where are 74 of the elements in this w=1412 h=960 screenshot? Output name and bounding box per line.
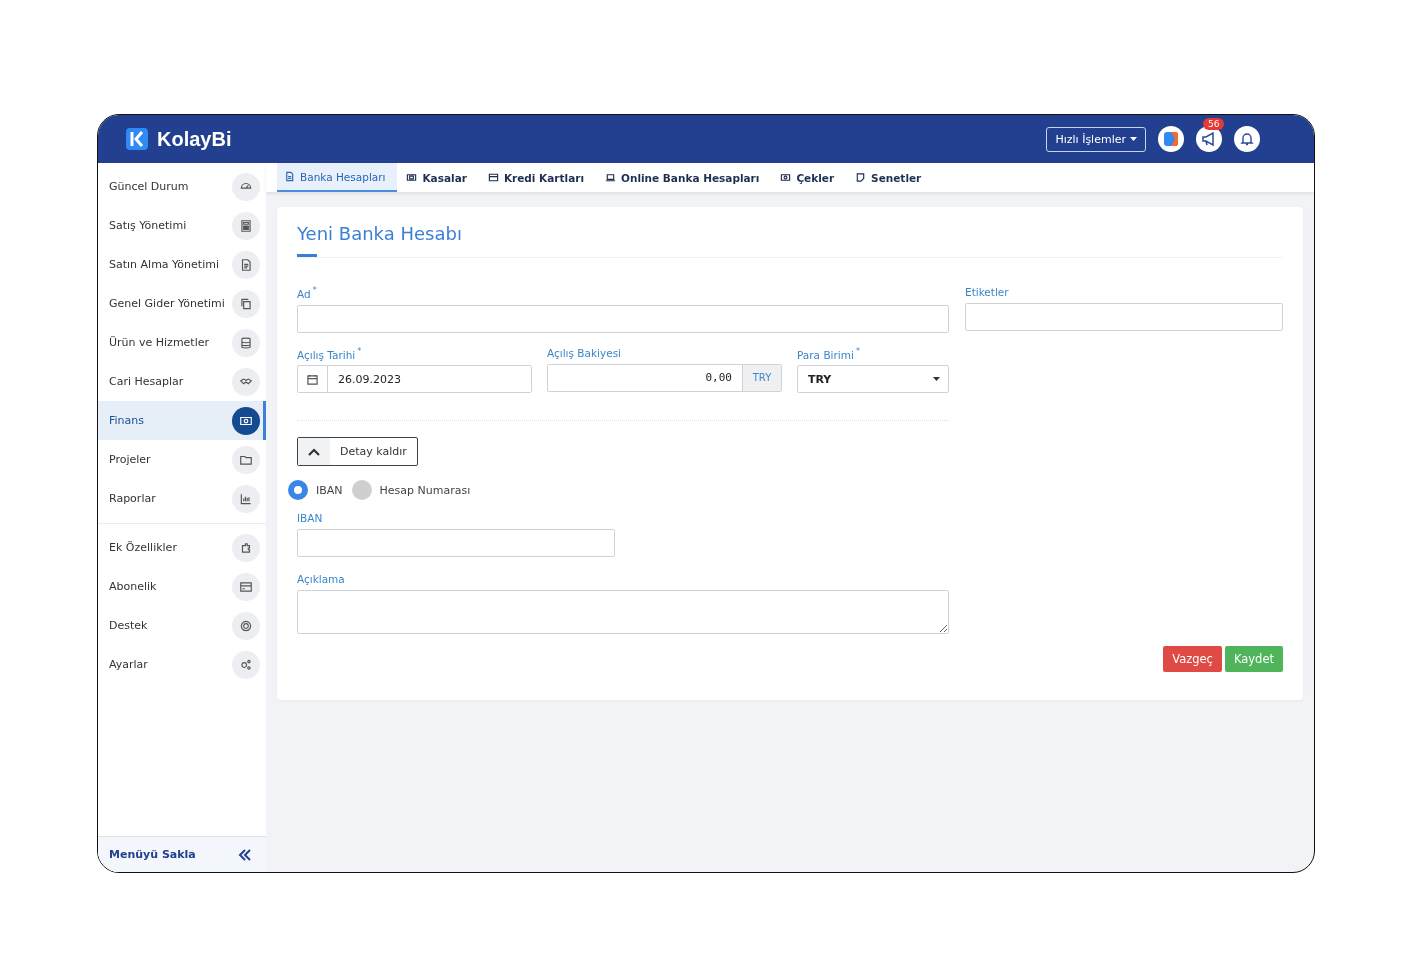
- lifebuoy-icon: [239, 618, 253, 633]
- sidebar-item[interactable]: Finans: [98, 401, 266, 440]
- logo-text: KolayBi: [157, 127, 232, 151]
- document-icon: [239, 257, 253, 272]
- field-label: Ad: [297, 287, 311, 300]
- form-title: Yeni Banka Hesabı: [297, 223, 462, 244]
- tab[interactable]: Online Banka Hesapları: [598, 163, 772, 192]
- sidebar-item[interactable]: Satış Yönetimi: [98, 206, 266, 245]
- radio-option[interactable]: IBAN: [288, 480, 343, 500]
- note-icon: [855, 172, 867, 183]
- title-accent: [297, 254, 317, 257]
- chevron-up-icon: [308, 447, 320, 456]
- sidebar-item[interactable]: Güncel Durum: [98, 167, 266, 206]
- card-icon: [239, 579, 253, 594]
- radio-option[interactable]: Hesap Numarası: [351, 480, 471, 500]
- tab[interactable]: Senetler: [848, 163, 934, 192]
- puzzle-icon: [239, 540, 253, 555]
- banknote-icon: [406, 172, 418, 183]
- currency-select[interactable]: TRY: [797, 365, 949, 393]
- tab[interactable]: Kasalar: [399, 163, 479, 192]
- field-label: Etiketler: [965, 286, 1009, 298]
- calculator-icon: [239, 218, 253, 233]
- app-logo-icon: [1162, 130, 1180, 148]
- balance-field[interactable]: 0,00 TRY: [547, 363, 782, 392]
- required-mark: *: [312, 286, 317, 295]
- sidebar-item[interactable]: Genel Gider Yönetimi: [98, 284, 266, 323]
- document-icon: [284, 171, 295, 182]
- app-logo-button[interactable]: [1158, 126, 1184, 152]
- date-field[interactable]: 26.09.2023: [297, 365, 532, 393]
- tab[interactable]: Banka Hesapları: [277, 163, 398, 192]
- gears-icon: [239, 657, 253, 672]
- cancel-button[interactable]: Vazgeç: [1163, 646, 1222, 672]
- required-mark: *: [855, 346, 860, 356]
- logo-icon: [125, 127, 149, 151]
- notification-badge: 56: [1203, 118, 1225, 130]
- field-label: Açıklama: [297, 573, 345, 585]
- bell-icon: [1239, 131, 1255, 147]
- sidebar-item[interactable]: Cari Hesaplar: [98, 362, 266, 401]
- sidebar-item[interactable]: Ek Özellikler: [98, 528, 266, 567]
- bar-chart-icon: [239, 491, 253, 506]
- banknote-icon: [780, 172, 792, 183]
- tags-field[interactable]: [965, 303, 1283, 331]
- sidebar-item[interactable]: Destek: [98, 606, 266, 645]
- laptop-icon: [605, 172, 616, 183]
- megaphone-icon: [1201, 131, 1217, 147]
- caret-icon: [1130, 137, 1137, 141]
- sidebar-item[interactable]: Ayarlar: [98, 645, 266, 684]
- sidebar-item[interactable]: Satın Alma Yönetimi: [98, 245, 266, 284]
- tab[interactable]: Çekler: [773, 163, 847, 192]
- sidebar-item[interactable]: Ürün ve Hizmetler: [98, 323, 266, 362]
- announcements-button[interactable]: [1196, 126, 1222, 152]
- field-label: IBAN: [297, 512, 323, 524]
- calendar-icon: [307, 373, 318, 385]
- quick-actions-button[interactable]: Hızlı İşlemler: [1046, 126, 1146, 152]
- required-mark: *: [357, 346, 362, 356]
- hide-menu-button[interactable]: Menüyü Sakla: [98, 836, 266, 872]
- notifications-button[interactable]: [1234, 126, 1260, 152]
- sidebar-item[interactable]: Raporlar: [98, 479, 266, 518]
- caret-icon: [933, 377, 940, 381]
- tab[interactable]: Kredi Kartları: [480, 163, 596, 192]
- field-label: Açılış Tarihi: [297, 348, 356, 360]
- currency-addon: TRY: [742, 364, 781, 391]
- copy-icon: [239, 296, 253, 311]
- description-field[interactable]: [297, 590, 949, 634]
- card-icon: [487, 172, 499, 183]
- field-label: Açılış Bakiyesi: [547, 346, 622, 359]
- hide-details-button[interactable]: Detay kaldır: [297, 437, 418, 466]
- database-icon: [239, 335, 253, 350]
- field-label: Para Birimi: [797, 348, 854, 360]
- sidebar-item[interactable]: Projeler: [98, 440, 266, 479]
- double-chevron-icon: [238, 848, 252, 861]
- name-field[interactable]: [297, 304, 949, 333]
- iban-field[interactable]: [297, 529, 615, 557]
- sidebar-item[interactable]: Abonelik: [98, 567, 266, 606]
